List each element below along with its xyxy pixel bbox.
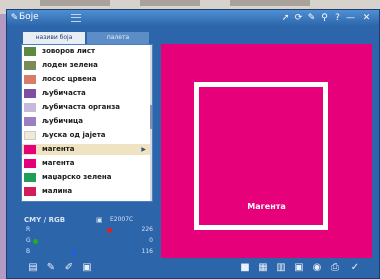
list-item[interactable]: маџарско зелена (22, 172, 150, 183)
rgb-row: G 0 (21, 237, 153, 247)
list-item[interactable]: љубичица (22, 116, 150, 127)
image-icon: ▣ (96, 216, 103, 224)
desktop-thumbnail (40, 0, 110, 6)
color-swatch (24, 89, 36, 98)
edit-icon[interactable]: ✎ (45, 262, 57, 274)
color-list[interactable]: зоворов лист лоден зелена лосос црвена љ… (21, 44, 153, 202)
list-item[interactable]: лоден зелена (22, 60, 150, 71)
color-preview: Магента (161, 44, 372, 258)
list-item[interactable]: љубичаста органза (22, 102, 150, 113)
help-icon[interactable]: ? (332, 13, 343, 24)
color-swatch (24, 47, 36, 56)
pointer-icon[interactable]: ➚ (280, 13, 291, 24)
color-tabs: називи боја палета (23, 32, 158, 44)
desktop-thumbnail (230, 0, 310, 6)
color-swatch (24, 173, 36, 182)
scroll-thumb[interactable] (150, 105, 152, 129)
list-scrollbar[interactable] (150, 45, 152, 201)
color-name: љубичица (42, 117, 83, 125)
list-item[interactable]: малина (22, 186, 150, 197)
color-swatch (24, 159, 36, 168)
color-name: маџарско зелена (42, 173, 112, 181)
window-title: Боје (19, 12, 39, 22)
preview-label: Магента (247, 202, 286, 211)
color-name: љубичаста (42, 89, 86, 97)
colors-window: ✎ Боје ➚ ⟳ ✎ ⚲ ? — ✕ називи боја палета … (6, 9, 380, 279)
print-icon[interactable]: ⎙ (329, 262, 341, 274)
list-item[interactable]: лосос црвена (22, 74, 150, 85)
slider-handle[interactable] (71, 250, 76, 255)
color-name: лосос црвена (42, 75, 97, 83)
color-swatch (24, 187, 36, 196)
rgb-row: B 116 (21, 248, 153, 258)
color-name: малина (42, 187, 73, 195)
title-grip[interactable] (71, 14, 81, 22)
list-item-selected[interactable]: магента ▶ (22, 144, 150, 155)
color-swatch (24, 131, 36, 140)
view-tiles-icon[interactable]: ▣ (293, 262, 305, 274)
list-item[interactable]: љубичаста (22, 88, 150, 99)
close-icon[interactable]: ✕ (361, 13, 372, 24)
target-icon[interactable]: ◉ (311, 262, 323, 274)
color-swatch (24, 145, 36, 154)
list-item[interactable]: љуска од јајета (22, 130, 150, 141)
color-name: магента (42, 145, 75, 153)
view-grid-icon[interactable]: ▦ (257, 262, 269, 274)
pen-icon[interactable]: ✎ (306, 13, 317, 24)
tab-palette[interactable]: палета (87, 32, 149, 44)
rgb-label: G (26, 237, 31, 244)
view-single-icon[interactable]: ■ (239, 262, 251, 274)
list-item[interactable]: магента (22, 158, 150, 169)
color-swatch (24, 75, 36, 84)
magnifier-icon[interactable]: ⚲ (319, 13, 330, 24)
rgb-label: R (26, 226, 31, 233)
palette-icon[interactable]: ▤ (27, 262, 39, 274)
color-swatch (24, 103, 36, 112)
color-name: лоден зелена (42, 61, 98, 69)
color-mode-toggle[interactable]: CMY / RGB (24, 216, 65, 224)
color-name: љуска од јајета (42, 131, 106, 139)
bottom-toolbar: ▤ ✎ ✐ ▣ ■ ▦ ▥ ▣ ◉ ⎙ ✓ (7, 262, 379, 278)
chevron-right-icon: ▶ (141, 146, 146, 153)
slider-handle[interactable] (107, 228, 112, 233)
eyedropper-icon[interactable]: ✓ (349, 262, 361, 274)
color-swatch (24, 61, 36, 70)
list-item[interactable]: зоворов лист (22, 46, 150, 57)
refresh-icon[interactable]: ⟳ (293, 13, 304, 24)
rgb-value: 116 (141, 248, 153, 255)
title-bar[interactable]: ✎ Боје ➚ ⟳ ✎ ⚲ ? — ✕ (7, 10, 379, 27)
desktop-thumbnail (140, 0, 200, 6)
rgb-value: 226 (141, 226, 153, 233)
brush-icon[interactable]: ✐ (63, 262, 75, 274)
tab-color-names[interactable]: називи боја (23, 32, 85, 44)
color-swatch (24, 117, 36, 126)
view-list-icon[interactable]: ▥ (275, 262, 287, 274)
rgb-label: B (26, 248, 31, 255)
slider-handle[interactable] (33, 239, 38, 244)
rgb-row: R 226 (21, 226, 153, 236)
color-name: љубичаста органза (42, 103, 121, 111)
picture-icon[interactable]: ▣ (81, 262, 93, 274)
rgb-value: 0 (149, 237, 153, 244)
color-name: магента (42, 159, 75, 167)
minimize-icon[interactable]: — (345, 13, 356, 24)
color-name: зоворов лист (42, 47, 96, 55)
hex-value: E2007C (110, 216, 134, 223)
